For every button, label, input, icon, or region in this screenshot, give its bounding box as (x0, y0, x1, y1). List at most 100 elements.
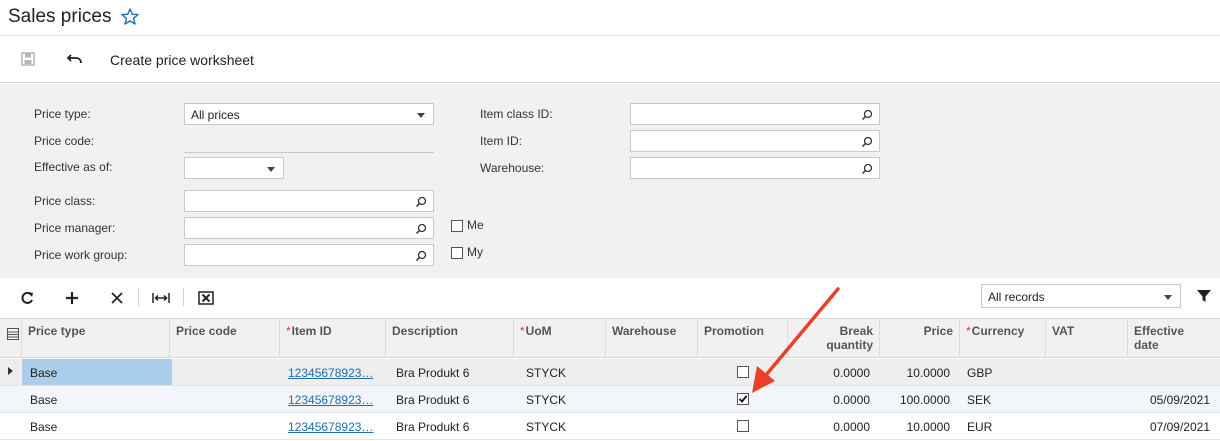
column-label: Price (923, 324, 953, 338)
cell-price-code[interactable] (176, 413, 280, 439)
toolbar-divider (183, 288, 184, 306)
column-header-promotion[interactable]: Promotion (698, 319, 788, 357)
table-row[interactable]: Base 12345678923… Bra Produkt 6 STYCK 0.… (0, 413, 1220, 440)
save-button[interactable] (18, 49, 38, 69)
create-price-worksheet-button[interactable]: Create price worksheet (110, 50, 254, 70)
filter-panel: Price type: All prices Price code: Effec… (0, 84, 1220, 278)
delete-row-button[interactable] (107, 288, 127, 308)
cell-break-quantity[interactable]: 0.0000 (788, 359, 870, 385)
column-header-price[interactable]: Price (880, 319, 960, 357)
export-excel-button[interactable] (196, 288, 216, 308)
column-header-break-quantity[interactable]: Break quantity (788, 319, 880, 357)
column-header-currency[interactable]: *Currency (960, 319, 1046, 357)
fit-columns-button[interactable] (151, 288, 171, 308)
cell-price-code[interactable] (172, 359, 280, 385)
warehouse-input[interactable] (630, 157, 880, 179)
current-row-indicator-icon (8, 367, 13, 375)
chevron-down-icon (1164, 295, 1172, 300)
item-class-id-input[interactable] (630, 103, 880, 125)
effective-as-of-label: Effective as of: (34, 160, 113, 174)
search-icon[interactable] (415, 250, 427, 262)
add-row-button[interactable] (62, 288, 82, 308)
cell-price[interactable]: 10.0000 (880, 413, 950, 439)
cell-description[interactable]: Bra Produkt 6 (396, 413, 512, 439)
price-type-select[interactable]: All prices (184, 103, 434, 125)
cell-currency[interactable]: GBP (967, 359, 1043, 385)
cell-vat[interactable] (1052, 413, 1126, 439)
promotion-checkbox[interactable] (737, 366, 749, 378)
undo-button[interactable] (64, 49, 86, 69)
cell-currency[interactable]: SEK (967, 386, 1043, 412)
price-work-group-input[interactable] (184, 244, 434, 266)
price-code-field[interactable] (184, 152, 434, 153)
column-header-uom[interactable]: *UoM (514, 319, 606, 357)
column-label: Price code (176, 324, 237, 338)
column-header-item-id[interactable]: *Item ID (280, 319, 386, 357)
my-checkbox[interactable] (451, 247, 463, 259)
item-id-input[interactable] (630, 130, 880, 152)
save-icon (21, 52, 35, 66)
star-outline-icon[interactable] (120, 7, 140, 27)
price-class-input[interactable] (184, 190, 434, 212)
me-checkbox[interactable] (451, 220, 463, 232)
cell-effective-date[interactable] (1128, 359, 1210, 385)
cell-price-type[interactable]: Base (30, 386, 170, 412)
column-label: Break (839, 324, 873, 338)
price-type-label: Price type: (34, 107, 91, 121)
promotion-checkbox[interactable] (737, 393, 749, 405)
column-label-line2: date (1134, 338, 1159, 352)
search-icon[interactable] (861, 109, 873, 121)
cell-vat[interactable] (1052, 386, 1126, 412)
cell-item-id-link[interactable]: 12345678923… (288, 359, 384, 385)
title-bar: Sales prices (0, 0, 1220, 36)
column-header-warehouse[interactable]: Warehouse (606, 319, 698, 357)
cell-description[interactable]: Bra Produkt 6 (396, 359, 512, 385)
cell-price-type[interactable]: Base (30, 413, 170, 439)
cell-price[interactable]: 10.0000 (880, 359, 950, 385)
table-row[interactable]: Base 12345678923… Bra Produkt 6 STYCK 0.… (0, 359, 1220, 386)
cell-effective-date[interactable]: 05/09/2021 (1128, 386, 1210, 412)
column-settings-cell[interactable] (0, 319, 22, 357)
cell-effective-date[interactable]: 07/09/2021 (1128, 413, 1210, 439)
cell-uom[interactable]: STYCK (526, 413, 604, 439)
cell-price-code[interactable] (176, 386, 280, 412)
cell-uom[interactable]: STYCK (526, 386, 604, 412)
column-header-description[interactable]: Description (386, 319, 514, 357)
search-icon[interactable] (415, 196, 427, 208)
cell-vat[interactable] (1052, 359, 1126, 385)
column-label: VAT (1052, 324, 1075, 338)
records-filter-select[interactable]: All records (981, 284, 1181, 308)
price-class-label: Price class: (34, 194, 96, 208)
required-marker: * (520, 324, 525, 338)
effective-as-of-field[interactable] (184, 157, 284, 179)
cell-price[interactable]: 100.0000 (880, 386, 950, 412)
column-header-vat[interactable]: VAT (1046, 319, 1128, 357)
column-label: Effective (1134, 324, 1185, 338)
cell-item-id-link[interactable]: 12345678923… (288, 413, 384, 439)
cell-warehouse[interactable] (612, 359, 696, 385)
table-row[interactable]: Base 12345678923… Bra Produkt 6 STYCK 0.… (0, 386, 1220, 413)
cell-uom[interactable]: STYCK (526, 359, 604, 385)
cell-description[interactable]: Bra Produkt 6 (396, 386, 512, 412)
column-header-price-code[interactable]: Price code (170, 319, 280, 357)
search-icon[interactable] (861, 163, 873, 175)
promotion-checkbox[interactable] (737, 420, 749, 432)
search-icon[interactable] (415, 223, 427, 235)
required-marker: * (966, 324, 971, 338)
cell-break-quantity[interactable]: 0.0000 (788, 413, 870, 439)
column-header-price-type[interactable]: Price type (22, 319, 170, 357)
filter-icon[interactable] (1196, 288, 1212, 304)
cell-currency[interactable]: EUR (967, 413, 1043, 439)
cell-warehouse[interactable] (612, 386, 696, 412)
search-icon[interactable] (861, 136, 873, 148)
refresh-button[interactable] (17, 288, 37, 308)
cell-warehouse[interactable] (612, 413, 696, 439)
main-toolbar: Create price worksheet (0, 37, 1220, 83)
cell-price-type[interactable]: Base (22, 359, 172, 385)
cell-break-quantity[interactable]: 0.0000 (788, 386, 870, 412)
column-header-effective-date[interactable]: Effective date (1128, 319, 1220, 357)
column-label: Promotion (704, 324, 764, 338)
chevron-down-icon (417, 113, 425, 118)
cell-item-id-link[interactable]: 12345678923… (288, 386, 384, 412)
price-manager-input[interactable] (184, 217, 434, 239)
